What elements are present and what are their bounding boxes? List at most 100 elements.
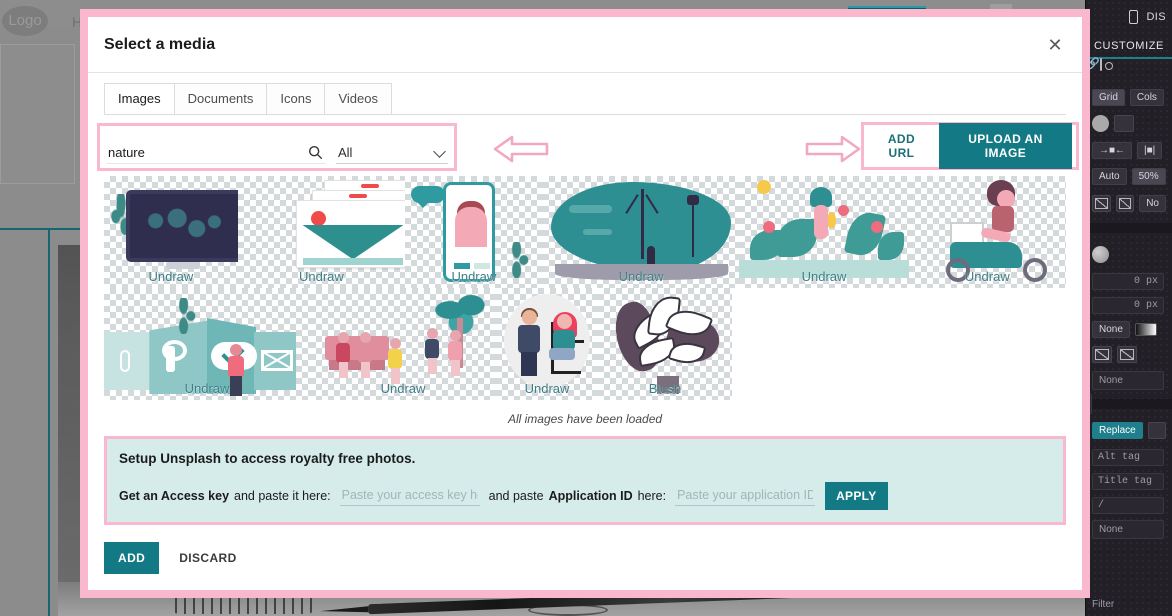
shadow-color-row: [1086, 239, 1172, 269]
gradient-preview[interactable]: [1134, 322, 1157, 336]
none-option-1[interactable]: No: [1139, 194, 1166, 212]
tab-documents[interactable]: Documents: [173, 83, 268, 115]
camera-icon[interactable]: [1099, 58, 1102, 71]
none-option-2[interactable]: None: [1092, 320, 1130, 338]
application-id-input[interactable]: [675, 486, 816, 506]
apply-button[interactable]: APPLY: [825, 482, 888, 510]
auto-size-button[interactable]: Auto: [1092, 167, 1127, 185]
offset-y-input[interactable]: 0 px: [1092, 296, 1164, 314]
spacing-button[interactable]: →■←: [1092, 141, 1133, 159]
mobile-device-icon[interactable]: [1129, 10, 1139, 24]
media-thumb-label: Blush: [648, 381, 682, 396]
size-row: Auto 50%: [1086, 163, 1172, 189]
none-option-3[interactable]: None: [1092, 370, 1164, 390]
application-id-label: Application ID: [548, 489, 633, 503]
phone-illustration: [443, 182, 495, 282]
media-thumb-label: Undraw: [801, 269, 847, 284]
unsplash-heading: Setup Unsplash to access royalty free ph…: [119, 451, 416, 466]
card-stack-illustration: [294, 180, 405, 272]
customize-panel: DIS CUSTOMIZE 🔗 Grid Cols →■← |■| Auto 5…: [1081, 0, 1172, 616]
path-input[interactable]: /: [1092, 496, 1164, 514]
tabs-underline: [104, 114, 1066, 115]
lamp-illustration: [687, 194, 700, 257]
search-icon[interactable]: [304, 142, 326, 164]
upload-image-button[interactable]: UPLOAD AN IMAGE: [938, 123, 1072, 169]
access-key-input[interactable]: [339, 486, 480, 506]
path-row: /: [1086, 493, 1172, 517]
camera-button[interactable]: [1114, 114, 1134, 132]
media-thumb-night-tree-scene[interactable]: Undraw: [542, 176, 740, 288]
replace-row: Replace: [1086, 415, 1172, 445]
panel-icon-row: 🔗: [1086, 58, 1172, 85]
zoom-level-button[interactable]: 50%: [1131, 167, 1166, 185]
canvas-block-placeholder: [0, 44, 75, 184]
display-label: DIS: [1146, 11, 1166, 23]
grid-loaded-status: All images have been loaded: [507, 412, 663, 426]
link-icon-2[interactable]: [1147, 421, 1166, 439]
close-icon[interactable]: ✕: [1038, 28, 1072, 62]
color-swatch[interactable]: [1092, 114, 1109, 132]
replace-button[interactable]: Replace: [1092, 421, 1143, 439]
offset-x-input[interactable]: 0 px: [1092, 272, 1164, 290]
shadow-color-swatch[interactable]: [1092, 245, 1109, 263]
no-fill-icon-2[interactable]: [1092, 345, 1112, 363]
modal-annotation-frame: Select a media ✕ Images Documents Icons …: [80, 9, 1090, 598]
media-grid-row-2: Undraw Undraw Undraw Blush: [104, 288, 1066, 400]
no-fill-icon[interactable]: [1092, 194, 1111, 212]
media-thumb-desktop-world-map[interactable]: Undraw: [104, 176, 238, 288]
media-thumb-chair-conversation[interactable]: Undraw: [496, 288, 598, 400]
tab-customize[interactable]: CUSTOMIZE: [1086, 34, 1172, 59]
media-thumb-line-art-plant[interactable]: Blush: [598, 288, 732, 400]
no-stroke-icon-2[interactable]: [1117, 345, 1137, 363]
grid-button[interactable]: Grid: [1092, 88, 1125, 106]
site-logo: Logo: [2, 6, 48, 36]
media-thumb-park-bench-people[interactable]: Undraw: [310, 288, 496, 400]
search-input[interactable]: [106, 142, 304, 164]
alt-tag-input[interactable]: Alt tag: [1092, 448, 1164, 466]
gradient-row: None: [1086, 317, 1172, 341]
tree-illustration: [641, 189, 645, 259]
none-option-4[interactable]: None: [1092, 519, 1164, 539]
select-media-modal: Select a media ✕ Images Documents Icons …: [88, 17, 1082, 590]
media-thumb-scooter-delivery[interactable]: Undraw: [908, 176, 1066, 288]
media-thumb-label: Undraw: [524, 381, 570, 396]
add-url-button[interactable]: ADD URL: [864, 124, 939, 168]
get-access-key-link[interactable]: Get an Access key: [119, 489, 229, 503]
title-tag-row: Title tag: [1086, 469, 1172, 493]
media-thumb-phone-video-chat[interactable]: Undraw: [405, 176, 543, 288]
media-thumb-label: Undraw: [964, 269, 1010, 284]
title-tag-input[interactable]: Title tag: [1092, 472, 1164, 490]
no-stroke-icon[interactable]: [1115, 194, 1135, 212]
tab-videos[interactable]: Videos: [324, 83, 392, 115]
mail-icon: [260, 350, 293, 371]
spacing-row: →■← |■|: [1086, 137, 1172, 163]
media-thumb-label: Undraw: [298, 269, 344, 284]
panel-divider-2: [1081, 393, 1172, 415]
media-thumb-wall-icons-cloud[interactable]: Undraw: [104, 288, 310, 400]
media-tabs: Images Documents Icons Videos: [88, 73, 1082, 115]
media-thumb-image-card-stack[interactable]: Undraw: [237, 176, 405, 288]
media-filter-select-wrap: All: [336, 142, 448, 164]
media-thumb-flower-garden[interactable]: Undraw: [739, 176, 909, 288]
media-toolbar: All ADD URL UPLOAD AN IMAGE: [88, 120, 1082, 176]
tab-icons[interactable]: Icons: [266, 83, 326, 115]
unsplash-annotation-frame: Setup Unsplash to access royalty free ph…: [104, 436, 1066, 525]
cols-button[interactable]: Cols: [1129, 88, 1164, 106]
chat-bubble-icon: [411, 186, 445, 208]
width-button[interactable]: |■|: [1137, 141, 1163, 159]
discard-button[interactable]: DISCARD: [173, 542, 242, 574]
media-grid-row-1: Undraw Undraw Undraw Undraw Undraw Undra…: [104, 176, 1066, 288]
tab-images[interactable]: Images: [104, 83, 175, 115]
effect-row-2: [1086, 341, 1172, 367]
none-row-4: None: [1086, 517, 1172, 541]
media-thumb-label: Undraw: [618, 269, 664, 284]
grid-cols-row: Grid Cols: [1086, 85, 1172, 109]
wrench-icon: [161, 340, 187, 372]
upload-annotation-frame: ADD URL UPLOAD AN IMAGE: [861, 122, 1079, 170]
unsplash-setup-panel: Setup Unsplash to access royalty free ph…: [107, 439, 1063, 522]
add-button[interactable]: ADD: [104, 542, 160, 574]
media-thumb-label: Undraw: [380, 381, 426, 396]
media-filter-select[interactable]: All: [336, 142, 448, 163]
panel-divider-1: [1086, 223, 1172, 233]
filter-label[interactable]: Filter: [1092, 599, 1114, 610]
